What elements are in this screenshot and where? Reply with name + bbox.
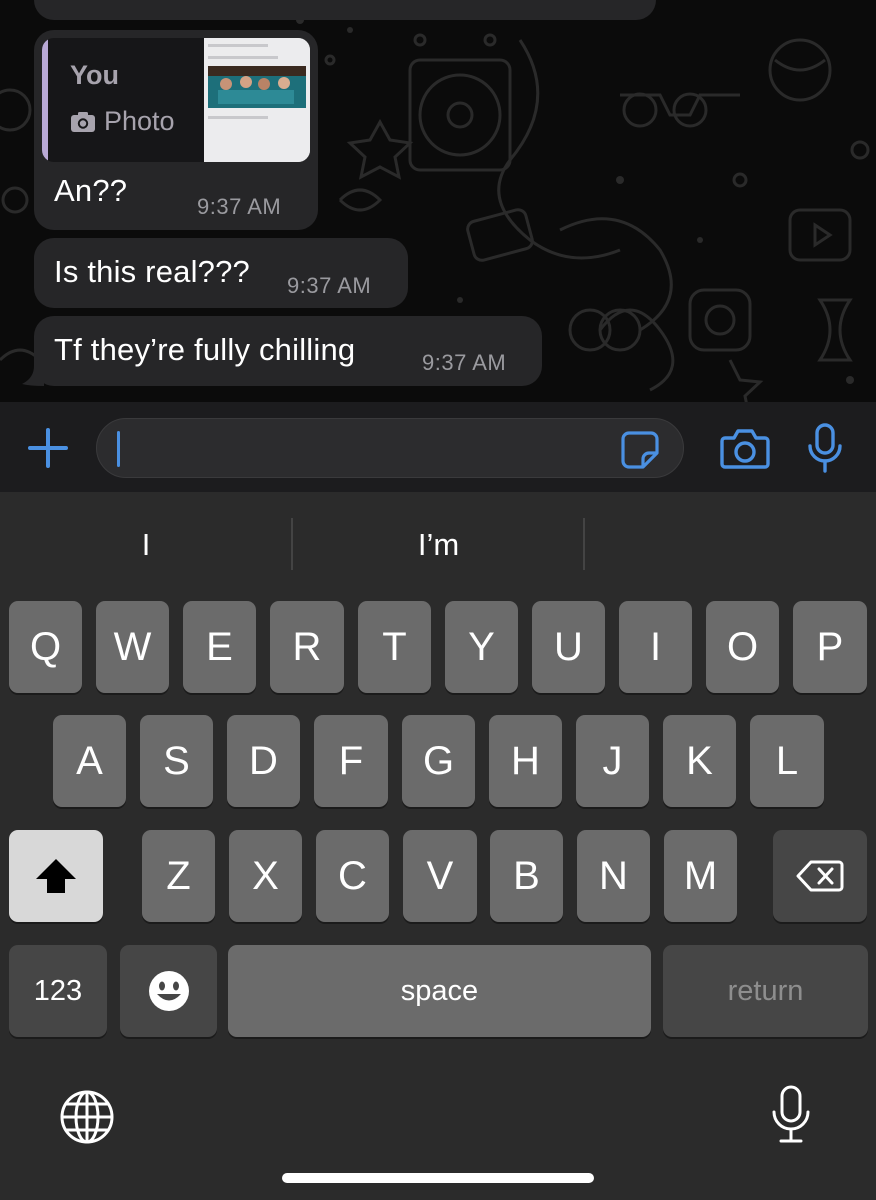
key-c[interactable]: C	[316, 830, 389, 922]
key-v[interactable]: V	[403, 830, 477, 922]
suggestion-2[interactable]: I’m	[293, 518, 584, 572]
message-input-bar	[0, 402, 876, 492]
message-bubble[interactable]: Tf they’re fully chilling 9:37 AM	[34, 316, 542, 386]
key-x[interactable]: X	[229, 830, 302, 922]
home-indicator[interactable]	[282, 1173, 594, 1183]
emoji-key[interactable]	[120, 945, 217, 1037]
message-input[interactable]	[96, 418, 684, 478]
message-time: 9:37 AM	[422, 350, 507, 375]
key-q[interactable]: Q	[9, 601, 82, 693]
reply-type: Photo	[70, 106, 175, 137]
plus-icon[interactable]	[26, 426, 70, 470]
text-cursor	[117, 431, 120, 467]
dictation-microphone-icon[interactable]	[770, 1084, 812, 1146]
previous-message-bubble[interactable]	[34, 0, 656, 20]
key-d[interactable]: D	[227, 715, 300, 807]
emoji-icon	[148, 971, 189, 1011]
key-p[interactable]: P	[793, 601, 867, 693]
globe-icon[interactable]	[59, 1089, 115, 1145]
key-s[interactable]: S	[140, 715, 213, 807]
message-text: An??	[54, 173, 128, 208]
delete-key[interactable]	[773, 830, 867, 922]
suggestion-1[interactable]: I	[0, 518, 292, 572]
message-tail	[22, 366, 44, 386]
key-l[interactable]: L	[750, 715, 824, 807]
key-u[interactable]: U	[532, 601, 605, 693]
reply-type-label: Photo	[104, 106, 175, 136]
sticker-icon[interactable]	[621, 431, 659, 469]
message-text: Tf they’re fully chilling	[54, 332, 356, 367]
chat-area[interactable]: You Photo An?? 9:37 AM Is this real??? 9…	[0, 0, 876, 402]
reply-quote[interactable]: You Photo	[42, 38, 310, 162]
camera-icon[interactable]	[720, 426, 770, 470]
message-time: 9:37 AM	[197, 194, 282, 219]
message-text: Is this real???	[54, 254, 250, 289]
key-n[interactable]: N	[577, 830, 650, 922]
suggestion-3[interactable]	[585, 518, 876, 572]
key-k[interactable]: K	[663, 715, 736, 807]
key-r[interactable]: R	[270, 601, 344, 693]
microphone-icon[interactable]	[806, 422, 844, 474]
key-j[interactable]: J	[576, 715, 649, 807]
key-h[interactable]: H	[489, 715, 562, 807]
shift-key[interactable]	[9, 830, 103, 922]
shift-icon	[36, 859, 76, 893]
key-m[interactable]: M	[664, 830, 737, 922]
key-e[interactable]: E	[183, 601, 256, 693]
reply-sender: You	[70, 60, 119, 90]
keyboard: I I’m Q W E R T Y U I O P A S D F G H J …	[0, 492, 876, 1200]
space-key[interactable]: space	[228, 945, 651, 1037]
key-o[interactable]: O	[706, 601, 779, 693]
key-f[interactable]: F	[314, 715, 388, 807]
key-a[interactable]: A	[53, 715, 126, 807]
key-g[interactable]: G	[402, 715, 475, 807]
numbers-key[interactable]: 123	[9, 945, 107, 1037]
key-w[interactable]: W	[96, 601, 169, 693]
key-y[interactable]: Y	[445, 601, 518, 693]
key-i[interactable]: I	[619, 601, 692, 693]
reply-quote-bar	[42, 38, 48, 162]
key-t[interactable]: T	[358, 601, 431, 693]
message-bubble[interactable]: You Photo An?? 9:37 AM	[34, 30, 318, 230]
return-key[interactable]: return	[663, 945, 868, 1037]
key-b[interactable]: B	[490, 830, 563, 922]
delete-icon	[796, 860, 844, 892]
message-time: 9:37 AM	[287, 273, 372, 298]
key-z[interactable]: Z	[142, 830, 215, 922]
message-bubble[interactable]: Is this real??? 9:37 AM	[34, 238, 408, 308]
camera-icon	[71, 111, 95, 132]
reply-photo-thumbnail	[204, 38, 310, 162]
